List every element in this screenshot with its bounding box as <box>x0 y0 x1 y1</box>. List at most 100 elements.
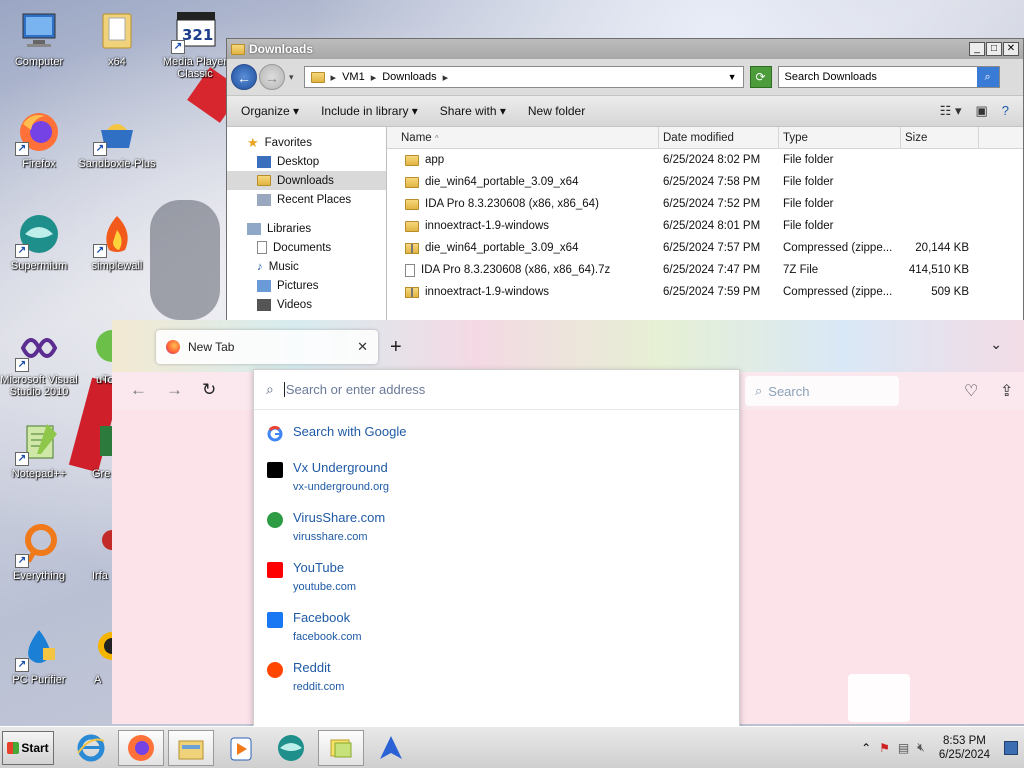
suggestion-reddit-com[interactable]: Reddit reddit.com <box>254 660 739 694</box>
desktop-icon-pc-purifier[interactable]: ↗ PC Purifier <box>0 626 78 686</box>
desktop-icon-everything[interactable]: ↗ Everything <box>0 522 78 582</box>
tab-new-tab[interactable]: New Tab ✕ <box>156 330 378 364</box>
explorer-titlebar[interactable]: Downloads _ □ ✕ <box>227 39 1023 59</box>
suggestion-youtube-com[interactable]: YouTube youtube.com <box>254 560 739 594</box>
forward-button[interactable]: → <box>259 64 285 90</box>
show-hidden-icons-icon[interactable]: ⌃ <box>861 741 871 755</box>
nav-videos[interactable]: Videos <box>227 295 386 314</box>
list-all-tabs-chevron-icon[interactable]: ⌄ <box>990 336 1002 353</box>
url-input[interactable]: ⌕ Search or enter address <box>254 370 739 410</box>
address-bar[interactable]: ▸ VM1 ▸ Downloads ▸ ▼ <box>303 66 744 88</box>
suggestion-vx-underground-org[interactable]: Vx Underground vx-underground.org <box>254 460 739 494</box>
nav-recent-places[interactable]: Recent Places <box>227 190 386 209</box>
show-desktop-button[interactable] <box>1004 740 1018 755</box>
zip-folder-icon <box>405 242 419 254</box>
include-in-library-button[interactable]: Include in library ▾ <box>321 104 418 118</box>
file-list[interactable]: Name ^ Date modified Type Size app 6/25/2… <box>387 127 1023 327</box>
navigation-pane[interactable]: ★ Favorites Desktop Downloads Recent Plac… <box>227 127 387 327</box>
web-search-box[interactable]: ⌕ Search <box>745 376 899 406</box>
file-row[interactable]: innoextract-1.9-windows 6/25/2024 8:01 PM… <box>387 215 1023 237</box>
folder-icon <box>405 176 419 188</box>
desktop-icon-sandboxie[interactable]: ↗ Sandboxie-Plus <box>78 110 156 170</box>
taskbar-notes[interactable] <box>318 729 364 766</box>
network-icon[interactable]: ▤ <box>898 741 909 755</box>
file-row[interactable]: IDA Pro 8.3.230608 (x86, x86_64) 6/25/202… <box>387 193 1023 215</box>
urlbar-popup[interactable]: ⌕ Search or enter address Search with Go… <box>253 369 740 729</box>
nav-documents[interactable]: Documents <box>227 238 386 257</box>
taskbar-internet-explorer[interactable] <box>68 730 114 766</box>
recent-pages-icon[interactable]: ▾ <box>289 72 294 83</box>
minimize-button[interactable]: _ <box>969 42 985 56</box>
help-icon[interactable]: ? <box>1002 103 1009 119</box>
refresh-button[interactable]: ⟳ <box>749 66 772 88</box>
desktop-icon-computer[interactable]: Computer <box>0 8 78 68</box>
desktop-icon-notepadpp[interactable]: ↗ Notepad++ <box>0 420 78 480</box>
desktop-icon-a[interactable]: A <box>78 626 114 686</box>
search-input[interactable]: Search Downloads ⌕ <box>777 66 1000 88</box>
start-button[interactable]: Start <box>2 730 54 765</box>
extensions-icon[interactable]: ⇪ <box>1000 381 1013 401</box>
desktop-icon-media-player-classic[interactable]: 321 ↗ Media Player Classic <box>156 8 234 80</box>
taskbar-firefox[interactable] <box>118 729 164 766</box>
pocket-icon[interactable]: ♡ <box>964 381 978 401</box>
view-options-icon[interactable]: ☷ ▾ <box>940 103 962 119</box>
file-name: innoextract-1.9-windows <box>425 286 550 298</box>
desktop-icon-gre[interactable]: Gre <box>78 420 114 480</box>
close-button[interactable]: ✕ <box>1003 42 1019 56</box>
organize-button[interactable]: Organize ▾ <box>241 104 299 118</box>
breadcrumb-downloads[interactable]: Downloads <box>382 71 436 83</box>
suggestion-search-google[interactable]: Search with Google <box>254 424 739 442</box>
back-arrow-icon[interactable]: ← <box>130 380 147 400</box>
taskbar-supermium[interactable] <box>268 730 314 766</box>
maximize-button[interactable]: □ <box>986 42 1002 56</box>
desktop-icon-label: Supermium <box>10 260 68 272</box>
address-dropdown-icon[interactable]: ▼ <box>728 72 737 82</box>
breadcrumb-vm1[interactable]: VM1 <box>342 71 365 83</box>
desktop-icon-utorrent[interactable]: uTo <box>78 326 114 386</box>
share-with-button[interactable]: Share with ▾ <box>440 104 506 118</box>
file-row[interactable]: die_win64_portable_3.09_x64 6/25/2024 7:5… <box>387 237 1023 259</box>
clock[interactable]: 8:53 PM 6/25/2024 <box>939 734 990 762</box>
file-row[interactable]: app 6/25/2024 8:02 PM File folder <box>387 149 1023 171</box>
column-name[interactable]: Name ^ <box>387 127 659 148</box>
desktop-icon-firefox[interactable]: ↗ Firefox <box>0 110 78 170</box>
column-date-modified[interactable]: Date modified <box>659 127 779 148</box>
taskbar-app[interactable] <box>368 730 414 766</box>
desktop-icon-label: Notepad++ <box>11 468 67 480</box>
tab-strip[interactable]: New Tab ✕ + ⌄ <box>112 320 1024 372</box>
taskbar-explorer[interactable] <box>168 729 214 766</box>
back-button[interactable]: ← <box>231 64 257 90</box>
close-tab-icon[interactable]: ✕ <box>357 339 368 355</box>
desktop-icon-simplewall[interactable]: ↗ simplewall <box>78 212 156 272</box>
column-size[interactable]: Size <box>901 127 979 148</box>
file-row[interactable]: innoextract-1.9-windows 6/25/2024 7:59 PM… <box>387 281 1023 303</box>
new-folder-button[interactable]: New folder <box>528 104 585 118</box>
nav-libraries[interactable]: Libraries <box>227 219 386 238</box>
desktop-icon-irfanview[interactable]: Irfa <box>78 522 114 582</box>
new-tab-button[interactable]: + <box>390 336 402 359</box>
suggestion-facebook-com[interactable]: Facebook facebook.com <box>254 610 739 644</box>
desktop-icon-label: x64 <box>108 56 126 68</box>
nav-pictures[interactable]: Pictures <box>227 276 386 295</box>
reload-icon[interactable]: ↻ <box>202 380 216 400</box>
nav-music[interactable]: ♪ Music <box>227 257 386 276</box>
desktop-icon-supermium[interactable]: ↗ Supermium <box>0 212 78 272</box>
libraries-icon <box>247 222 261 235</box>
nav-favorites[interactable]: ★ Favorites <box>227 133 386 152</box>
desktop-icon-x64[interactable]: x64 <box>78 8 156 68</box>
preview-pane-icon[interactable]: ▣ <box>975 103 987 119</box>
search-icon[interactable]: ⌕ <box>976 67 999 87</box>
file-row[interactable]: die_win64_portable_3.09_x64 6/25/2024 7:5… <box>387 171 1023 193</box>
suggestion-virusshare-com[interactable]: VirusShare.com virusshare.com <box>254 510 739 544</box>
internet-explorer-icon <box>77 734 105 761</box>
explorer-window[interactable]: Downloads _ □ ✕ ← → ▾ ▸ VM1 ▸ Downloads … <box>226 38 1024 328</box>
file-row[interactable]: IDA Pro 8.3.230608 (x86, x86_64).7z 6/25/… <box>387 259 1023 281</box>
forward-arrow-icon[interactable]: → <box>166 380 183 400</box>
nav-downloads[interactable]: Downloads <box>227 171 386 190</box>
desktop-icon-visual-studio[interactable]: ↗ Microsoft Visual Studio 2010 <box>0 326 78 398</box>
column-type[interactable]: Type <box>779 127 901 148</box>
action-center-icon[interactable]: ⚑ <box>879 741 890 755</box>
taskbar-media-player[interactable] <box>218 730 264 766</box>
volume-muted-icon[interactable]: 🔇︎ <box>917 740 925 755</box>
nav-desktop[interactable]: Desktop <box>227 152 386 171</box>
